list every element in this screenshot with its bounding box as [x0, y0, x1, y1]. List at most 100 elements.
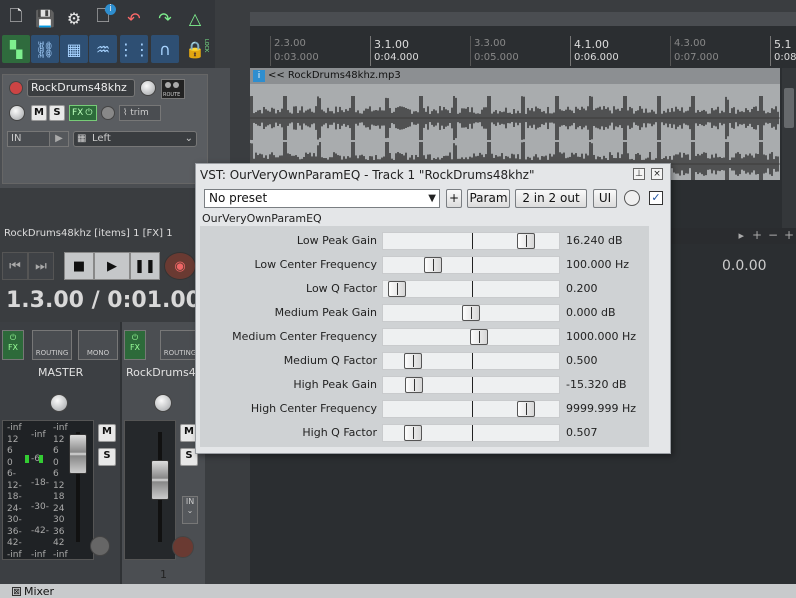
- record-icon[interactable]: ◉: [164, 252, 196, 280]
- add-preset-button[interactable]: +: [446, 189, 462, 208]
- monitor-icon[interactable]: ▶: [49, 131, 69, 147]
- wet-knob[interactable]: [624, 190, 640, 206]
- param-value[interactable]: 16.240 dB: [566, 234, 623, 247]
- param-slider[interactable]: [382, 352, 560, 370]
- grid-icon[interactable]: ▦: [60, 35, 88, 63]
- param-value[interactable]: 9999.999 Hz: [566, 402, 636, 415]
- master-routing-button[interactable]: ROUTING: [32, 330, 72, 360]
- solo-button[interactable]: S: [49, 105, 65, 121]
- master-mute-button[interactable]: M: [98, 424, 116, 442]
- slider-thumb[interactable]: [405, 377, 423, 393]
- input-icon: ▦: [77, 133, 87, 144]
- undo-icon[interactable]: ↶: [120, 4, 148, 32]
- param-value[interactable]: 0.000 dB: [566, 306, 616, 319]
- mute-button[interactable]: M: [31, 105, 47, 121]
- zoom-out-icon[interactable]: −: [768, 228, 778, 242]
- param-value[interactable]: -15.320 dB: [566, 378, 626, 391]
- input-channel-select[interactable]: ▦ Left ⌄: [73, 131, 197, 147]
- zoom-reset-icon[interactable]: +: [784, 228, 794, 242]
- slider-center-line: [472, 401, 473, 417]
- slider-thumb[interactable]: [388, 281, 406, 297]
- go-end-icon[interactable]: ⏭: [28, 252, 54, 280]
- play-icon[interactable]: ▶: [94, 252, 130, 280]
- param-value[interactable]: 1000.000 Hz: [566, 330, 636, 343]
- trim-button[interactable]: ⌇ trim: [119, 105, 161, 121]
- track-pan-knob[interactable]: [154, 394, 172, 412]
- master-fader[interactable]: [69, 434, 87, 474]
- enable-checkbox[interactable]: ✓: [649, 191, 663, 205]
- record-arm-icon[interactable]: [172, 536, 194, 558]
- master-mono-button[interactable]: MONO: [78, 330, 118, 360]
- stop-icon[interactable]: ■: [64, 252, 94, 280]
- magnet-icon[interactable]: ∩: [151, 35, 179, 63]
- mixer-tab[interactable]: Mixer: [8, 585, 54, 598]
- fx-button[interactable]: FX ⏻: [69, 105, 97, 121]
- slider-thumb[interactable]: [517, 233, 535, 249]
- pause-icon[interactable]: ❚❚: [130, 252, 160, 280]
- param-value[interactable]: 0.507: [566, 426, 598, 439]
- phase-icon[interactable]: [101, 106, 115, 120]
- route-button[interactable]: ROUTE: [161, 79, 185, 99]
- loop-icon[interactable]: ⋮⋮: [118, 35, 150, 63]
- redo-icon[interactable]: ↷: [151, 4, 179, 32]
- record-arm-icon[interactable]: [9, 81, 23, 95]
- project-settings-icon[interactable]: ⚙: [60, 4, 88, 32]
- param-value[interactable]: 0.500: [566, 354, 598, 367]
- param-slider[interactable]: [382, 304, 560, 322]
- param-button[interactable]: Param: [467, 189, 510, 208]
- master-solo-button[interactable]: S: [98, 448, 116, 466]
- scroll-right-icon[interactable]: ▸: [738, 229, 744, 242]
- window-title[interactable]: VST: OurVeryOwnParamEQ - Track 1 "RockDr…: [196, 164, 670, 186]
- timeline-ruler[interactable]: 2.3.00 0:03.000 3.1.00 0:04.000 3.3.00 0…: [250, 36, 796, 66]
- volume-knob[interactable]: [140, 80, 156, 96]
- snap-icon[interactable]: ▚: [2, 35, 30, 63]
- param-value[interactable]: 100.000 Hz: [566, 258, 629, 271]
- slider-thumb[interactable]: [404, 425, 422, 441]
- track-name-field[interactable]: RockDrums48khz: [27, 79, 135, 97]
- vertical-scrollbar[interactable]: [782, 68, 796, 228]
- track-fader[interactable]: [151, 460, 169, 500]
- media-item-header[interactable]: << RockDrums48khz.mp3: [250, 68, 780, 84]
- meter-scale-label: 24: [53, 503, 65, 514]
- preset-dropdown[interactable]: No preset ▼: [204, 189, 440, 208]
- param-slider[interactable]: [382, 376, 560, 394]
- lock-icon[interactable]: 🔒 LOCK: [181, 35, 209, 63]
- track-strip-number: 1: [160, 568, 167, 581]
- param-slider[interactable]: [382, 328, 560, 346]
- param-slider[interactable]: [382, 280, 560, 298]
- pan-knob[interactable]: [9, 105, 25, 121]
- slider-thumb[interactable]: [462, 305, 480, 321]
- gear-icon[interactable]: [90, 536, 110, 556]
- track-input-button[interactable]: IN ⌄: [182, 496, 198, 524]
- slider-thumb[interactable]: [470, 329, 488, 345]
- time-display[interactable]: 1.3.00 / 0:01.000: [6, 288, 216, 313]
- metronome-icon[interactable]: △: [181, 4, 209, 32]
- ui-button[interactable]: UI: [593, 189, 617, 208]
- slider-thumb[interactable]: [404, 353, 422, 369]
- info-icon[interactable]: 🗋 i: [89, 4, 117, 32]
- ripple-edit-icon[interactable]: ⛓: [31, 35, 59, 63]
- param-slider[interactable]: [382, 232, 560, 250]
- slider-thumb[interactable]: [424, 257, 442, 273]
- item-info-icon[interactable]: i: [253, 70, 265, 82]
- track-routing-button[interactable]: ROUTING: [160, 330, 200, 360]
- param-slider[interactable]: [382, 400, 560, 418]
- slider-thumb[interactable]: [517, 401, 535, 417]
- param-slider[interactable]: [382, 256, 560, 274]
- pin-icon[interactable]: ⊥: [633, 168, 645, 180]
- meter-scale-label: 18: [53, 492, 65, 502]
- track-fx-button[interactable]: ⏻ FX: [124, 330, 146, 360]
- io-button[interactable]: 2 in 2 out: [515, 189, 587, 208]
- param-slider[interactable]: [382, 424, 560, 442]
- master-pan-knob[interactable]: [50, 394, 68, 412]
- close-icon[interactable]: ×: [651, 168, 663, 180]
- zoom-in-icon[interactable]: +: [752, 228, 762, 242]
- param-value[interactable]: 0.200: [566, 282, 598, 295]
- chevron-down-icon: ▼: [428, 193, 436, 204]
- go-start-icon[interactable]: ⏮: [2, 252, 28, 280]
- master-fx-button[interactable]: ⏻ FX: [2, 330, 24, 360]
- new-project-icon[interactable]: 🗋: [2, 4, 30, 32]
- envelope-icon[interactable]: ♒: [89, 35, 117, 63]
- track-header[interactable]: RockDrums48khz ROUTE M S FX⏻ ⌇ trim IN ⌄…: [2, 74, 208, 184]
- save-icon[interactable]: 💾: [31, 4, 59, 32]
